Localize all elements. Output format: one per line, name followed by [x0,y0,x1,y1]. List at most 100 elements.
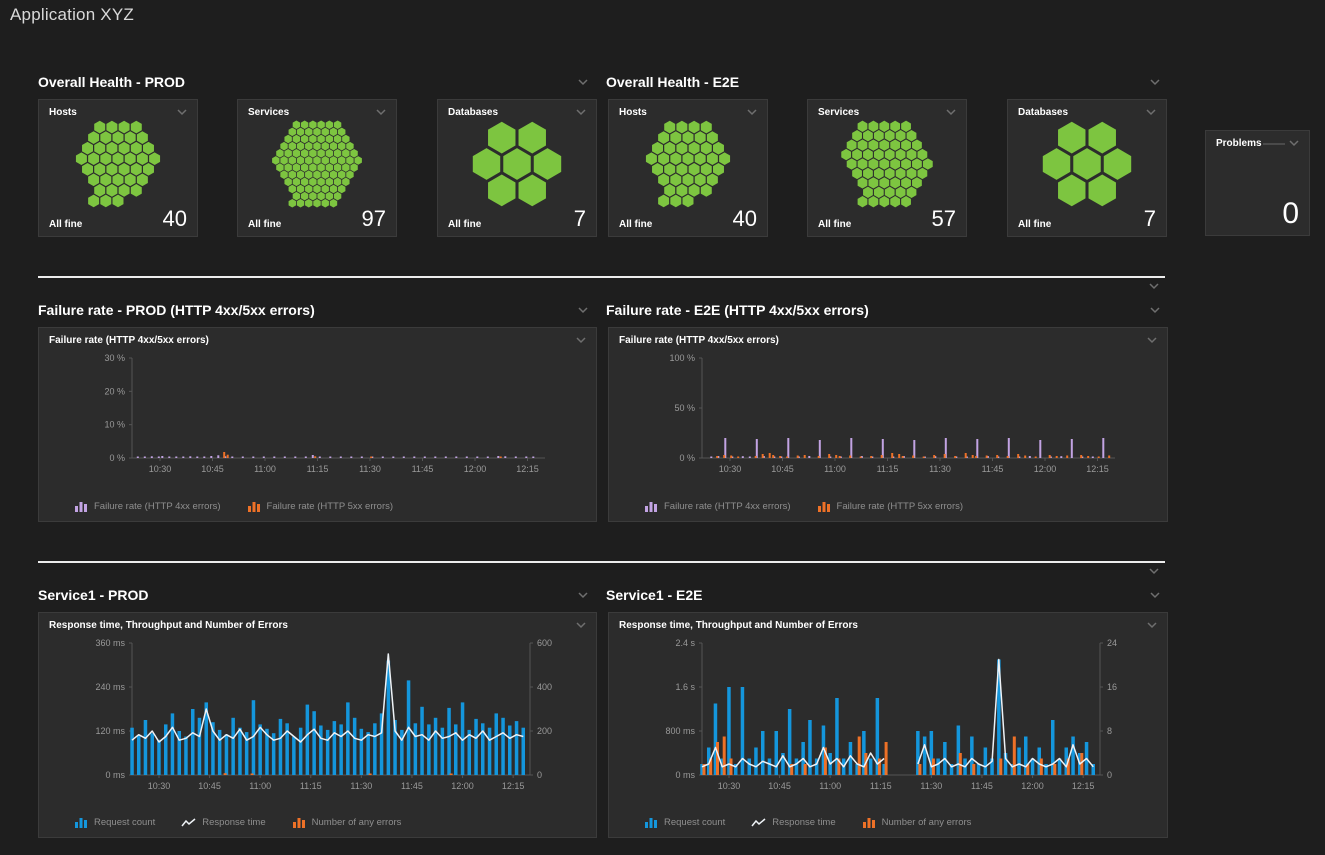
legend-item-errors[interactable]: Number of any errors [292,817,402,828]
tile-title: Failure rate (HTTP 4xx/5xx errors) [619,335,779,346]
chevron-down-icon[interactable] [574,620,588,630]
health-tile-services-prod[interactable]: Services All fine97 [237,99,397,237]
chevron-down-icon[interactable] [1287,138,1301,148]
legend-item-4xx[interactable]: Failure rate (HTTP 4xx errors) [644,501,791,512]
chevron-down-icon[interactable] [576,305,590,315]
svg-text:0: 0 [537,770,542,780]
health-tile-hosts-e2e[interactable]: Hosts All fine40 [608,99,768,237]
svg-text:360 ms: 360 ms [95,638,125,648]
status-text: All fine [619,219,652,230]
health-tile-services-e2e[interactable]: Services All fine57 [807,99,967,237]
chevron-down-icon[interactable] [374,107,388,117]
svg-text:11:45: 11:45 [971,781,993,791]
chevron-down-icon[interactable] [1148,305,1162,315]
page-title: Application XYZ [10,5,134,25]
svg-text:12:15: 12:15 [516,464,539,474]
svg-text:20 %: 20 % [104,386,125,396]
service-chart-tile-prod[interactable]: Response time, Throughput and Number of … [38,612,597,838]
chevron-down-icon[interactable] [576,590,590,600]
svg-text:11:30: 11:30 [359,464,381,474]
chevron-down-icon[interactable] [1148,77,1162,87]
svg-text:12:00: 12:00 [1021,781,1044,791]
svg-text:10:45: 10:45 [771,464,794,474]
bar-chart-icon [644,817,658,828]
svg-text:12:00: 12:00 [451,781,474,791]
chevron-down-icon[interactable] [1144,107,1158,117]
svg-text:0 ms: 0 ms [105,770,125,780]
service-chart-tile-e2e[interactable]: Response time, Throughput and Number of … [608,612,1168,838]
section-header-health-e2e: Overall Health - E2E [606,73,1162,91]
honeycomb-chart[interactable] [827,120,947,208]
legend-item-request-count[interactable]: Request count [644,817,725,828]
chevron-down-icon[interactable] [944,107,958,117]
legend-item-request-count[interactable]: Request count [74,817,155,828]
chevron-down-icon[interactable] [1145,335,1159,345]
svg-text:16: 16 [1107,682,1117,692]
svg-text:30 %: 30 % [104,353,125,363]
health-tile-hosts-prod[interactable]: Hosts All fine40 [38,99,198,237]
honeycomb-chart[interactable] [1027,120,1147,208]
svg-text:11:00: 11:00 [254,464,276,474]
chevron-down-icon[interactable] [175,107,189,117]
status-text: All fine [1018,219,1051,230]
svg-text:10:30: 10:30 [149,464,172,474]
legend-item-5xx[interactable]: Failure rate (HTTP 5xx errors) [817,501,964,512]
failure-rate-chart-tile-prod[interactable]: Failure rate (HTTP 4xx/5xx errors) 0 %10… [38,327,597,522]
honeycomb-chart[interactable] [58,120,178,208]
health-tile-databases-prod[interactable]: Databases All fine7 [437,99,597,237]
svg-text:11:15: 11:15 [877,464,899,474]
failure-rate-chart[interactable]: 0 %50 %100 %10:3010:4511:0011:1511:3011:… [615,346,1160,484]
svg-text:24: 24 [1107,638,1117,648]
legend-label: Failure rate (HTTP 4xx errors) [664,501,791,512]
honeycomb-chart[interactable] [628,120,748,208]
section-title-service-e2e: Service1 - E2E [606,587,703,603]
legend-item-5xx[interactable]: Failure rate (HTTP 5xx errors) [247,501,394,512]
legend-label: Response time [202,817,265,828]
service-metrics-chart[interactable]: 0 ms800 ms1.6 s2.4 s08162410:3010:4511:0… [615,631,1160,801]
svg-text:11:00: 11:00 [824,464,846,474]
svg-text:2.4 s: 2.4 s [675,638,695,648]
svg-text:0 %: 0 % [679,453,695,463]
failure-rate-chart[interactable]: 0 %10 %20 %30 %10:3010:4511:0011:1511:30… [45,346,590,484]
svg-text:10:45: 10:45 [198,781,221,791]
chevron-down-icon[interactable] [745,107,759,117]
legend-item-4xx[interactable]: Failure rate (HTTP 4xx errors) [74,501,221,512]
problems-tile[interactable]: Problems 0 [1205,130,1310,236]
chart-legend: Failure rate (HTTP 4xx errors) Failure r… [644,501,963,512]
honeycomb-chart[interactable] [457,120,577,208]
section-header-failure-e2e: Failure rate - E2E (HTTP 4xx/5xx errors) [606,301,1162,319]
chevron-down-icon[interactable] [574,107,588,117]
honeycomb-chart[interactable] [257,120,377,208]
chevron-down-icon[interactable] [574,335,588,345]
status-text: All fine [49,219,82,230]
chart-legend: Request count Response time Number of an… [644,817,971,828]
service-metrics-chart[interactable]: 0 ms120 ms240 ms360 ms020040060010:3010:… [45,631,590,801]
legend-item-errors[interactable]: Number of any errors [862,817,972,828]
tile-title: Response time, Throughput and Number of … [619,620,858,631]
chevron-down-icon[interactable] [1145,620,1159,630]
svg-text:10:45: 10:45 [768,781,791,791]
chevron-down-icon[interactable] [1147,281,1161,291]
failure-rate-chart-tile-e2e[interactable]: Failure rate (HTTP 4xx/5xx errors) 0 % 50… [608,327,1168,522]
section-header-service-e2e: Service1 - E2E [606,586,1162,604]
svg-text:11:30: 11:30 [929,464,951,474]
tile-title: Response time, Throughput and Number of … [49,620,288,631]
legend-label: Request count [94,817,155,828]
tile-title: Databases [1018,107,1068,118]
chevron-down-icon[interactable] [576,77,590,87]
svg-text:10:30: 10:30 [719,464,742,474]
health-tile-databases-e2e[interactable]: Databases All fine7 [1007,99,1167,237]
legend-item-response-time[interactable]: Response time [751,817,835,828]
svg-text:11:15: 11:15 [307,464,329,474]
dashboard: Application XYZ Overall Health - PROD Ov… [0,0,1325,855]
legend-item-response-time[interactable]: Response time [181,817,265,828]
status-text: All fine [818,219,851,230]
chevron-down-icon[interactable] [1147,566,1161,576]
bar-chart-icon [292,817,306,828]
tile-title: Services [248,107,289,118]
svg-text:12:00: 12:00 [464,464,487,474]
tile-title: Failure rate (HTTP 4xx/5xx errors) [49,335,209,346]
line-chart-icon [751,817,766,828]
chevron-down-icon[interactable] [1148,590,1162,600]
svg-text:50 %: 50 % [674,403,695,413]
